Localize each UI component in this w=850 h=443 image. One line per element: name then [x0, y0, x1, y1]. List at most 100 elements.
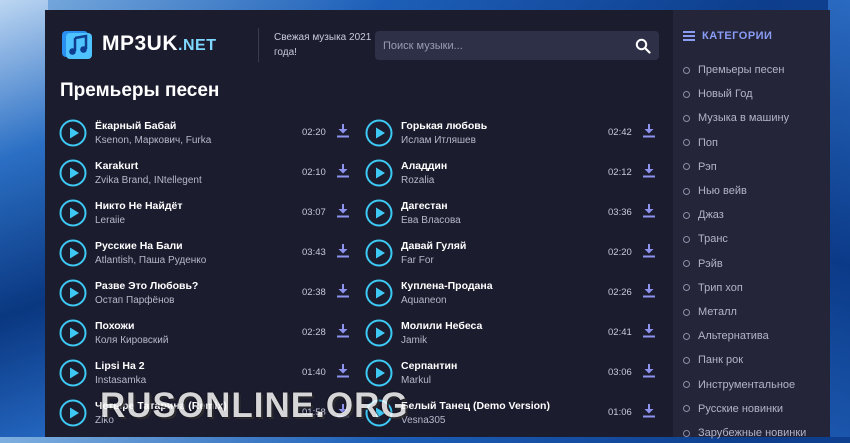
download-icon[interactable] — [643, 124, 655, 138]
category-item[interactable]: Транс — [683, 229, 728, 249]
track-title[interactable]: Русские На Бали — [95, 240, 183, 252]
category-label[interactable]: Премьеры песен — [698, 64, 784, 76]
track-item[interactable]: Куплена-Продана Aquaneon 02:26 — [365, 275, 657, 315]
category-item[interactable]: Рэп — [683, 157, 717, 177]
play-icon[interactable] — [365, 199, 393, 227]
track-title[interactable]: Никто Не Найдёт — [95, 200, 183, 212]
category-item[interactable]: Русские новинки — [683, 399, 783, 419]
track-title[interactable]: Дагестан — [401, 200, 448, 212]
category-label[interactable]: Новый Год — [698, 88, 753, 100]
track-title[interactable]: Горькая любовь — [401, 120, 487, 132]
track-item[interactable]: Горькая любовь Ислам Итляшев 02:42 — [365, 115, 657, 155]
category-item[interactable]: Поп — [683, 133, 718, 153]
category-label[interactable]: Зарубежные новинки — [698, 427, 806, 439]
track-title[interactable]: Karakurt — [95, 160, 138, 172]
track-title[interactable]: Разве Это Любовь? — [95, 280, 198, 292]
download-icon[interactable] — [643, 324, 655, 338]
track-artist: Ислам Итляшев — [401, 135, 476, 146]
track-title[interactable]: Давай Гуляй — [401, 240, 466, 252]
track-artist: Jamik — [401, 335, 428, 346]
category-label[interactable]: Русские новинки — [698, 403, 783, 415]
category-label[interactable]: Металл — [698, 306, 737, 318]
play-icon[interactable] — [365, 279, 393, 307]
category-item[interactable]: Премьеры песен — [683, 60, 784, 80]
track-title[interactable]: Белый Танец (Demo Version) — [401, 400, 550, 412]
category-label[interactable]: Нью вейв — [698, 185, 747, 197]
category-item[interactable]: Металл — [683, 302, 737, 322]
play-icon[interactable] — [59, 319, 87, 347]
download-icon[interactable] — [643, 244, 655, 258]
bullet-icon — [683, 66, 690, 74]
play-icon[interactable] — [59, 399, 87, 427]
download-icon[interactable] — [337, 124, 349, 138]
track-item[interactable]: Karakurt Zvika Brand, INtellegent 02:10 — [59, 155, 351, 195]
track-title[interactable]: Серпантин — [401, 360, 457, 372]
download-icon[interactable] — [337, 204, 349, 218]
category-item[interactable]: Инструментальное — [683, 375, 795, 395]
track-title[interactable]: Молили Небеса — [401, 320, 482, 332]
track-item[interactable]: Давай Гуляй Far For 02:20 — [365, 235, 657, 275]
download-icon[interactable] — [643, 204, 655, 218]
track-item[interactable]: Дагестан Ева Власова 03:36 — [365, 195, 657, 235]
bullet-icon — [683, 332, 690, 340]
category-label[interactable]: Инструментальное — [698, 379, 795, 391]
track-title[interactable]: Lipsi Ha 2 — [95, 360, 145, 372]
category-item[interactable]: Джаз — [683, 205, 724, 225]
download-icon[interactable] — [337, 244, 349, 258]
category-item[interactable]: Новый Год — [683, 84, 753, 104]
site-logo[interactable]: MP3UK.NET — [60, 27, 220, 61]
track-artist: Коля Кировский — [95, 335, 169, 346]
search-icon[interactable] — [635, 38, 651, 54]
track-item[interactable]: Разве Это Любовь? Остап Парфёнов 02:38 — [59, 275, 351, 315]
play-icon[interactable] — [59, 119, 87, 147]
track-item[interactable]: Похожи Коля Кировский 02:28 — [59, 315, 351, 355]
track-item[interactable]: Русские На Бали Atlantish, Паша Руденко 03… — [59, 235, 351, 275]
category-item[interactable]: Рэйв — [683, 254, 723, 274]
download-icon[interactable] — [337, 164, 349, 178]
header-divider — [258, 28, 259, 62]
track-title[interactable]: Похожи — [95, 320, 134, 332]
play-icon[interactable] — [59, 279, 87, 307]
category-item[interactable]: Панк рок — [683, 350, 743, 370]
track-title[interactable]: Ёкарный Бабай — [95, 120, 176, 132]
download-icon[interactable] — [643, 364, 655, 378]
category-label[interactable]: Транс — [698, 233, 728, 245]
category-item[interactable]: Трип хоп — [683, 278, 743, 298]
track-item[interactable]: Ёкарный Бабай Ksenon, Маркович, Furka 02:2… — [59, 115, 351, 155]
download-icon[interactable] — [337, 324, 349, 338]
play-icon[interactable] — [365, 119, 393, 147]
track-item[interactable]: Никто Не Найдёт Leraiie 03:07 — [59, 195, 351, 235]
play-icon[interactable] — [59, 359, 87, 387]
download-icon[interactable] — [337, 364, 349, 378]
category-label[interactable]: Рэп — [698, 161, 717, 173]
track-item[interactable]: Молили Небеса Jamik 02:41 — [365, 315, 657, 355]
play-icon[interactable] — [365, 159, 393, 187]
category-item[interactable]: Музыка в машину — [683, 108, 789, 128]
download-icon[interactable] — [643, 284, 655, 298]
category-title: КАТЕГОРИИ — [702, 30, 773, 42]
category-label[interactable]: Панк рок — [698, 354, 743, 366]
category-label[interactable]: Поп — [698, 137, 718, 149]
play-icon[interactable] — [59, 159, 87, 187]
category-item[interactable]: Альтернатива — [683, 326, 769, 346]
category-label[interactable]: Джаз — [698, 209, 724, 221]
category-label[interactable]: Трип хоп — [698, 282, 743, 294]
play-icon[interactable] — [365, 239, 393, 267]
category-item[interactable]: Нью вейв — [683, 181, 747, 201]
category-label[interactable]: Рэйв — [698, 258, 723, 270]
track-title[interactable]: Куплена-Продана — [401, 280, 493, 292]
track-title[interactable]: Аладдин — [401, 160, 447, 172]
category-item[interactable]: Зарубежные новинки — [683, 423, 806, 443]
search-input[interactable] — [375, 31, 633, 60]
download-icon[interactable] — [337, 284, 349, 298]
play-icon[interactable] — [365, 319, 393, 347]
category-label[interactable]: Альтернатива — [698, 330, 769, 342]
download-icon[interactable] — [643, 164, 655, 178]
track-item[interactable]: Аладдин Rozalia 02:12 — [365, 155, 657, 195]
play-icon[interactable] — [59, 199, 87, 227]
play-icon[interactable] — [59, 239, 87, 267]
play-icon[interactable] — [365, 359, 393, 387]
category-label[interactable]: Музыка в машину — [698, 112, 789, 124]
download-icon[interactable] — [643, 404, 655, 418]
track-duration: 03:07 — [302, 207, 326, 218]
